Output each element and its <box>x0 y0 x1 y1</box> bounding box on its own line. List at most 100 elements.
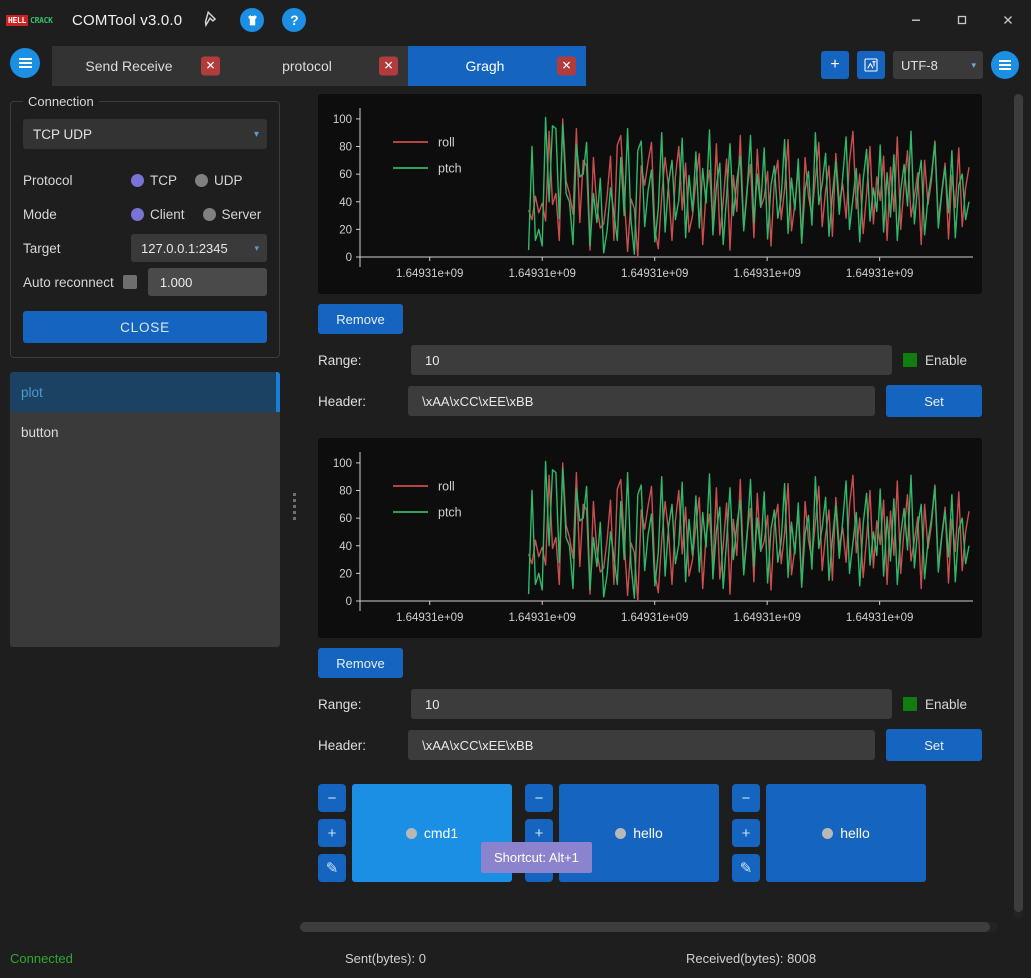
header-input-2[interactable]: \xAA\xCC\xEE\xBB <box>408 730 876 760</box>
enable-checkbox-icon <box>903 353 917 367</box>
shirt-icon <box>240 8 265 32</box>
plot-panel: 0 20 40 60 80 100 1.64931e+09 1.64931e+09 1.6493… <box>290 86 1031 938</box>
target-select[interactable]: 127.0.0.1:2345 ▾ <box>131 234 267 262</box>
edit-icon: ✎ <box>739 860 753 877</box>
radio-mode-client[interactable]: Client <box>131 207 185 222</box>
chart-plot-1[interactable]: 0 20 40 60 80 100 1.64931e+09 1.64931e+09 1.6493… <box>318 94 982 294</box>
radio-protocol-udp[interactable]: UDP <box>195 173 243 188</box>
encoding-select[interactable]: UTF-8 ▾ <box>893 51 983 79</box>
remove-label: Remove <box>336 655 385 671</box>
set-header-button-2[interactable]: Set <box>886 729 982 761</box>
list-item-plot[interactable]: plot <box>10 372 280 412</box>
skin-switch-button[interactable] <box>857 51 885 79</box>
range-input-2[interactable]: 10 <box>411 689 892 719</box>
command-button-hello-2[interactable]: hello <box>766 784 926 882</box>
help-glyph: ? <box>290 12 299 28</box>
header-label: Header: <box>318 393 367 409</box>
remove-command-button-1[interactable]: − <box>318 784 346 812</box>
svg-text:1.64931e+09: 1.64931e+09 <box>621 268 688 280</box>
command-button-grid: − + ✎ cmd1 − + ✎ hello <box>318 784 1031 882</box>
vertical-scrollbar[interactable] <box>1014 94 1023 919</box>
skin-button[interactable] <box>240 8 265 32</box>
remove-command-button-2[interactable]: − <box>525 784 553 812</box>
minimize-icon <box>912 19 920 21</box>
connection-type-select[interactable]: TCP UDP ▾ <box>23 119 267 149</box>
vertical-scrollbar-thumb[interactable] <box>1014 94 1023 912</box>
maximize-button[interactable] <box>939 0 985 40</box>
tab-close-icon[interactable]: ✕ <box>201 56 220 76</box>
command-group-3-actions: − + ✎ <box>732 784 760 882</box>
radio-mode-server[interactable]: Server <box>202 206 262 222</box>
command-group-1-actions: − + ✎ <box>318 784 346 882</box>
enable-toggle-2[interactable]: Enable <box>903 697 967 712</box>
connection-group: Connection TCP UDP ▾ Protocol TCP UDP Mo… <box>10 94 280 358</box>
close-button-label: CLOSE <box>120 319 170 335</box>
minus-icon: − <box>327 789 337 807</box>
enable-toggle-1[interactable]: Enable <box>903 353 967 368</box>
title-bar: HELL CRACK COMTool v3.0.0 ? <box>0 0 1031 40</box>
radio-dot-icon <box>131 173 144 187</box>
auto-reconnect-row: Auto reconnect 1.000 <box>23 265 267 299</box>
help-button[interactable]: ? <box>282 8 307 32</box>
edit-command-button-1[interactable]: ✎ <box>318 854 346 882</box>
connection-legend: Connection <box>28 94 94 109</box>
add-tab-button[interactable]: + <box>821 51 849 79</box>
list-item-button[interactable]: button <box>10 412 280 452</box>
svg-text:20: 20 <box>339 568 352 580</box>
chart-card-1: 0 20 40 60 80 100 1.64931e+09 1.64931e+09 1.6493… <box>318 94 982 294</box>
radio-dot-icon <box>131 207 144 221</box>
radio-dot-icon <box>202 207 216 221</box>
add-command-button-3[interactable]: + <box>732 819 760 847</box>
command-button-label: hello <box>633 825 663 841</box>
close-button[interactable] <box>985 0 1031 40</box>
svg-text:20: 20 <box>339 224 352 236</box>
connection-close-button[interactable]: CLOSE <box>23 311 267 343</box>
logo-text-primary: HELL <box>6 14 29 26</box>
auto-reconnect-label: Auto reconnect <box>23 274 114 290</box>
svg-text:100: 100 <box>333 114 352 126</box>
horizontal-scrollbar[interactable] <box>300 922 998 932</box>
pin-button[interactable] <box>200 9 222 31</box>
svg-text:60: 60 <box>339 169 352 181</box>
app-logo: HELL CRACK <box>6 14 58 27</box>
horizontal-scrollbar-thumb[interactable] <box>300 922 990 932</box>
range-input-1[interactable]: 10 <box>411 345 892 375</box>
svg-text:1.64931e+09: 1.64931e+09 <box>508 612 575 624</box>
main-menu-button[interactable] <box>10 48 40 78</box>
enable-checkbox-icon <box>903 697 917 711</box>
encoding-value: UTF-8 <box>901 57 938 73</box>
svg-text:1.64931e+09: 1.64931e+09 <box>396 268 463 280</box>
auto-reconnect-checkbox[interactable] <box>122 275 137 289</box>
tab-protocol[interactable]: protocol ✕ <box>230 46 408 86</box>
status-dot-icon <box>822 827 834 839</box>
add-command-button-1[interactable]: + <box>318 819 346 847</box>
reconnect-interval-input[interactable]: 1.000 <box>147 268 267 296</box>
remove-command-button-3[interactable]: − <box>732 784 760 812</box>
radio-label: Client <box>150 206 185 222</box>
minimize-button[interactable] <box>893 0 939 40</box>
target-label: Target <box>23 240 61 256</box>
set-header-button-1[interactable]: Set <box>886 385 982 417</box>
options-menu-button[interactable] <box>991 51 1019 79</box>
radio-label: Server <box>221 206 262 222</box>
remove-plot-button-1[interactable]: Remove <box>318 304 403 334</box>
edit-command-button-3[interactable]: ✎ <box>732 854 760 882</box>
tab-close-icon[interactable]: ✕ <box>379 56 398 76</box>
connection-type-value: TCP UDP <box>33 126 93 142</box>
shortcut-tooltip: Shortcut: Alt+1 <box>481 842 592 873</box>
svg-text:1.64931e+09: 1.64931e+09 <box>846 268 913 280</box>
svg-text:1.64931e+09: 1.64931e+09 <box>733 612 800 624</box>
header-input-1[interactable]: \xAA\xCC\xEE\xBB <box>408 386 876 416</box>
tab-close-icon[interactable]: ✕ <box>557 56 576 76</box>
chart-plot-2[interactable]: 0 20 40 60 80 100 1.64931e+09 1.64931e+09 1.6493… <box>318 438 982 638</box>
tab-gragh[interactable]: Gragh ✕ <box>408 46 586 86</box>
tab-bar-actions: + UTF-8 ▾ <box>821 51 1019 79</box>
mode-label: Mode <box>23 206 57 222</box>
svg-text:80: 80 <box>339 142 352 154</box>
plus-icon: + <box>327 824 337 842</box>
radio-protocol-tcp[interactable]: TCP <box>131 173 177 188</box>
list-item-label: button <box>21 424 59 440</box>
remove-plot-button-2[interactable]: Remove <box>318 648 403 678</box>
svg-text:1.64931e+09: 1.64931e+09 <box>508 268 575 280</box>
tab-send-receive[interactable]: Send Receive ✕ <box>52 46 230 86</box>
